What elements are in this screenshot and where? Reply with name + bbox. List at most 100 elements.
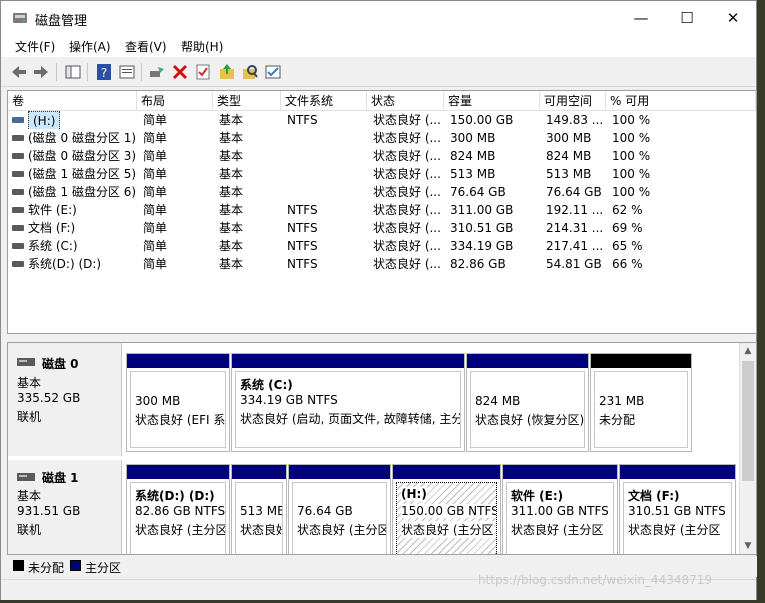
disk-management-app-icon — [13, 13, 27, 23]
scroll-up-icon[interactable]: ▲ — [740, 343, 756, 359]
up-folder-icon[interactable] — [218, 63, 236, 81]
table-row[interactable]: (磁盘 1 磁盘分区 6) 简单 基本 状态良好 (... 76.64 GB 76.64 … — [8, 183, 756, 201]
cell-type: 基本 — [219, 221, 244, 235]
cell-pct: 62 % — [612, 203, 643, 217]
partition-title: (H:) — [401, 487, 427, 501]
column-header-type[interactable]: 类型 — [213, 91, 281, 111]
cell-capacity: 311.00 GB — [450, 203, 514, 217]
disk-map-scrollbar[interactable]: ▲ ▼ — [739, 343, 756, 554]
delete-icon[interactable] — [171, 63, 189, 81]
cell-layout: 简单 — [143, 239, 168, 253]
disk-0-state: 联机 — [17, 410, 42, 424]
table-row[interactable]: 系统 (C:) 简单 基本 NTFS 状态良好 (... 334.19 GB 217.41 … — [8, 237, 756, 255]
splitter[interactable] — [1, 334, 756, 342]
minimize-button[interactable]: — — [618, 1, 664, 35]
close-button[interactable]: ✕ — [710, 1, 756, 35]
cell-status: 状态良好 (... — [373, 203, 441, 217]
partition-body: 824 MB 状态良好 (恢复分区) — [470, 371, 585, 448]
partition-disk1-f[interactable]: 文档 (F:) 310.51 GB NTFS 状态良好 (主分区 — [619, 464, 736, 554]
table-row[interactable]: (磁盘 1 磁盘分区 5) 简单 基本 状态良好 (... 513 MB 513 MB 10… — [8, 165, 756, 183]
partition-status: 状态良好 (恢复分区) — [475, 413, 585, 427]
volume-name: 文档 (F:) — [28, 221, 76, 235]
cell-type: 基本 — [219, 113, 244, 127]
partition-disk0-unallocated[interactable]: 231 MB 未分配 — [590, 353, 692, 452]
cell-pct: 100 % — [612, 167, 651, 181]
cell-capacity: 513 MB — [450, 167, 496, 181]
disk-1-size: 931.51 GB — [17, 504, 81, 518]
partition-size: 300 MB — [135, 394, 181, 408]
partition-disk1-6[interactable]: 76.64 GB 状态良好 (主分区 — [288, 464, 391, 554]
table-row[interactable]: (磁盘 0 磁盘分区 3) 简单 基本 状态良好 (... 824 MB 824 MB 10… — [8, 147, 756, 165]
table-row[interactable]: (磁盘 0 磁盘分区 1) 简单 基本 状态良好 (... 300 MB 300 MB 10… — [8, 129, 756, 147]
cell-type: 基本 — [219, 149, 244, 163]
column-header-volume[interactable]: 卷 — [8, 91, 137, 111]
cell-free: 217.41 ... — [546, 239, 604, 253]
partition-disk0-efi[interactable]: 300 MB 状态良好 (EFI 系 — [126, 353, 230, 452]
volume-icon — [12, 135, 24, 141]
table-row[interactable]: (H:) 简单 基本 NTFS 状态良好 (... 150.00 GB 149.83 ...… — [8, 111, 756, 129]
menu-help[interactable]: 帮助(H) — [181, 38, 223, 55]
menu-file[interactable]: 文件(F) — [15, 38, 55, 55]
disk-0-name: 磁盘 0 — [42, 357, 79, 371]
partition-size: 310.51 GB NTFS — [628, 504, 726, 518]
partition-status: 状态良好 (启动, 页面文件, 故障转储, 主分 — [240, 412, 461, 426]
help-icon[interactable]: ? — [95, 63, 113, 81]
column-header-capacity[interactable]: 容量 — [444, 91, 540, 111]
disk-0-label[interactable]: 磁盘 0 基本 335.52 GB 联机 — [8, 343, 122, 456]
view-icon[interactable] — [264, 63, 282, 81]
column-header-percent-free[interactable]: % 可用 — [606, 91, 756, 111]
disk-1-label[interactable]: 磁盘 1 基本 931.51 GB 联机 — [8, 460, 122, 554]
column-header-filesystem[interactable]: 文件系统 — [281, 91, 367, 111]
console-tree-icon[interactable] — [64, 63, 82, 81]
search-icon[interactable] — [241, 63, 259, 81]
cell-free: 513 MB — [546, 167, 592, 181]
partition-disk1-e[interactable]: 软件 (E:) 311.00 GB NTFS 状态良好 (主分区 — [502, 464, 618, 554]
table-row[interactable]: 文档 (F:) 简单 基本 NTFS 状态良好 (... 310.51 GB 214.31 … — [8, 219, 756, 237]
properties-icon[interactable] — [118, 63, 136, 81]
column-header-free-space[interactable]: 可用空间 — [540, 91, 606, 111]
cell-fs: NTFS — [287, 113, 318, 127]
partition-status: 状态良好 (主分区 — [135, 523, 226, 537]
volume-icon — [12, 243, 24, 249]
cell-free: 214.31 ... — [546, 221, 604, 235]
cell-type: 基本 — [219, 203, 244, 217]
cell-name: (磁盘 1 磁盘分区 5) — [8, 165, 137, 183]
cell-layout: 简单 — [143, 203, 168, 217]
partition-status: 未分配 — [599, 413, 636, 427]
disk-0-size: 335.52 GB — [17, 391, 81, 405]
back-icon[interactable] — [10, 63, 28, 81]
title-bar[interactable]: 磁盘管理 — ☐ ✕ — [1, 1, 756, 35]
maximize-button[interactable]: ☐ — [664, 1, 710, 35]
partition-status: 状态良好 (主分区 — [401, 521, 494, 538]
cell-pct: 69 % — [612, 221, 643, 235]
partition-body: 系统 (C:) 334.19 GB NTFS 状态良好 (启动, 页面文件, 故… — [235, 371, 461, 448]
disk-map: 磁盘 0 基本 335.52 GB 联机 300 MB 状态良好 (EFI 系 … — [7, 342, 757, 555]
partition-body: 软件 (E:) 311.00 GB NTFS 状态良好 (主分区 — [506, 482, 614, 554]
partition-disk1-5[interactable]: 513 MB 状态良好 — [231, 464, 287, 554]
table-row[interactable]: 系统(D:) (D:) 简单 基本 NTFS 状态良好 (... 82.86 GB 54.8… — [8, 255, 756, 273]
scrollbar-thumb[interactable] — [742, 361, 754, 481]
connect-icon[interactable] — [148, 63, 166, 81]
partition-disk1-h[interactable]: (H:) 150.00 GB NTFS 状态良好 (主分区 — [392, 464, 501, 554]
partition-disk0-c[interactable]: 系统 (C:) 334.19 GB NTFS 状态良好 (启动, 页面文件, 故… — [231, 353, 465, 452]
forward-icon[interactable] — [32, 63, 50, 81]
svg-text:?: ? — [101, 66, 107, 80]
menu-view[interactable]: 查看(V) — [125, 38, 167, 55]
column-header-status[interactable]: 状态 — [367, 91, 444, 111]
cell-free: 824 MB — [546, 149, 592, 163]
check-icon[interactable] — [194, 63, 212, 81]
cell-capacity: 82.86 GB — [450, 257, 506, 271]
column-header-layout[interactable]: 布局 — [137, 91, 213, 111]
cell-free: 54.81 GB — [546, 257, 602, 271]
table-row[interactable]: 软件 (E:) 简单 基本 NTFS 状态良好 (... 311.00 GB 192.11 … — [8, 201, 756, 219]
cell-free: 76.64 GB — [546, 185, 602, 199]
cell-free: 192.11 ... — [546, 203, 604, 217]
scroll-down-icon[interactable]: ▼ — [740, 538, 756, 554]
unallocated-bar — [591, 354, 691, 368]
cell-fs — [287, 147, 367, 165]
menu-action[interactable]: 操作(A) — [69, 38, 111, 55]
volume-name: (磁盘 1 磁盘分区 5) — [28, 167, 137, 181]
partition-disk1-d[interactable]: 系统(D:) (D:) 82.86 GB NTFS 状态良好 (主分区 — [126, 464, 230, 554]
volume-list[interactable]: 卷 布局 类型 文件系统 状态 容量 可用空间 % 可用 (H:) 简单 基本 NTF… — [7, 90, 757, 334]
partition-disk0-recovery[interactable]: 824 MB 状态良好 (恢复分区) — [466, 353, 589, 452]
